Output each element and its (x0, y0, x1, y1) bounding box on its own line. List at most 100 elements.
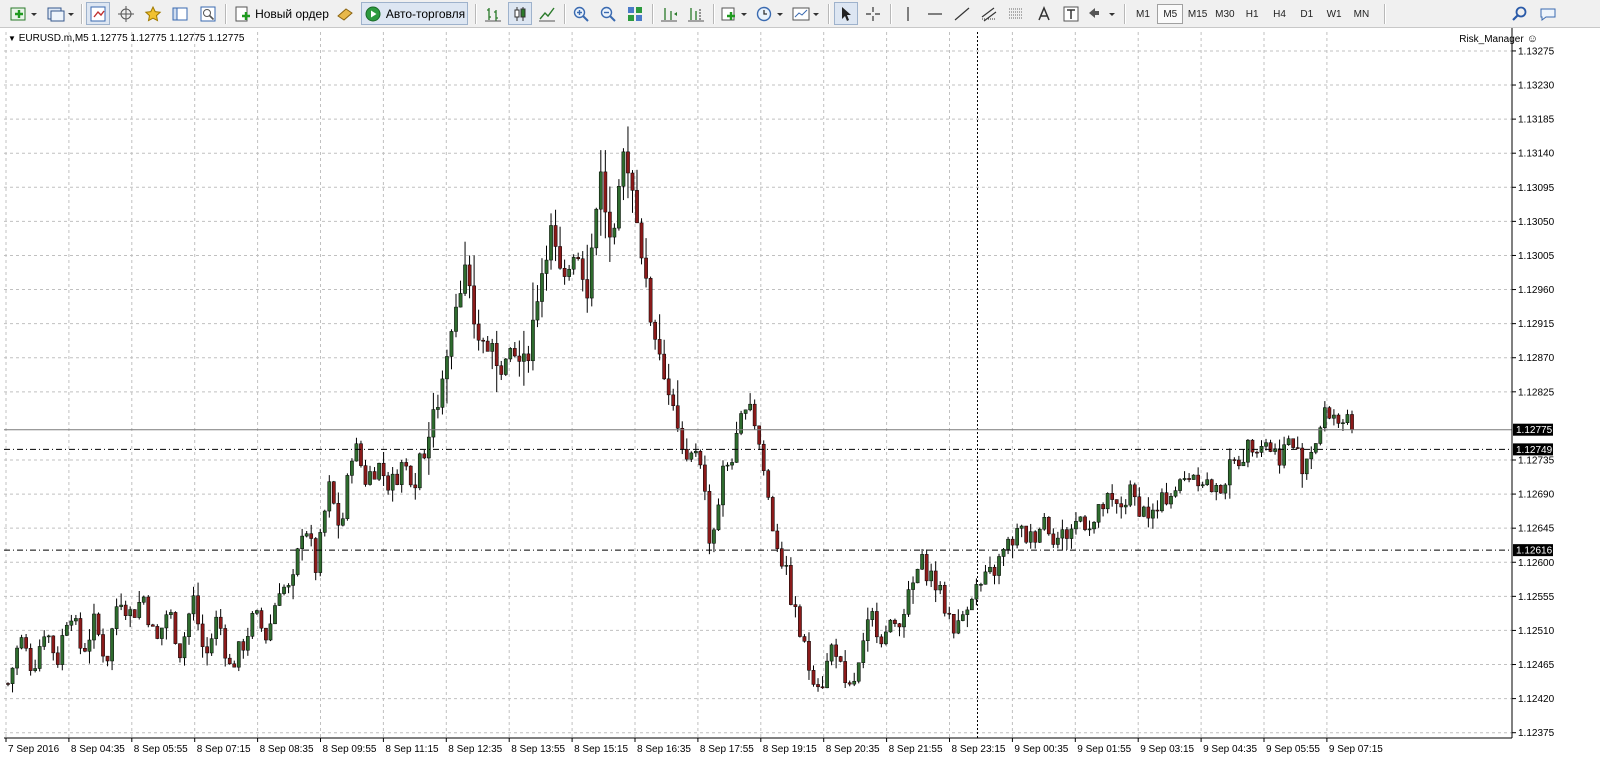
terminal-button[interactable] (168, 2, 192, 25)
chart-title-arrow-icon[interactable]: ▼ (8, 34, 16, 43)
bear-candle-body (259, 610, 264, 629)
data-window-button[interactable] (114, 2, 138, 25)
x-tick-label: 7 Sep 2016 (8, 744, 60, 755)
bull-candle-body (1087, 528, 1092, 531)
bull-candle-body (164, 614, 169, 629)
bear-candle-body (1046, 517, 1051, 535)
crosshair-button[interactable] (861, 2, 885, 25)
timeframe-m5[interactable]: M5 (1157, 4, 1184, 24)
trendline-button[interactable] (950, 2, 974, 25)
timeframe-m15[interactable]: M15 (1185, 4, 1211, 24)
bull-candle-body (1332, 414, 1336, 419)
bull-candle-body (19, 637, 24, 649)
profiles-button[interactable] (44, 2, 76, 25)
bull-candle-body (1200, 484, 1205, 487)
bear-candle-body (1209, 479, 1214, 493)
bull-candle-body (979, 584, 983, 586)
bull-candle-body (716, 504, 721, 531)
text-a-icon (1038, 5, 1050, 20)
channel-button[interactable] (977, 2, 1001, 25)
bear-candle-body (558, 246, 562, 269)
bull-candle-body (1019, 525, 1024, 529)
bear-candle-body (472, 285, 476, 325)
bear-candle-body (1232, 459, 1237, 461)
bear-candle-body (1300, 447, 1305, 475)
bear-candle-body (1164, 492, 1169, 505)
bear-candle-body (947, 612, 952, 615)
auto-scroll-button[interactable] (657, 2, 681, 25)
indicators-button[interactable] (718, 2, 750, 25)
bull-candle-body (137, 602, 142, 618)
chat-button[interactable] (1536, 2, 1560, 25)
timeframe-m1[interactable]: M1 (1130, 4, 1156, 24)
bull-candle-body (42, 636, 47, 647)
fibonacci-button[interactable] (1004, 2, 1028, 25)
x-tick-label: 8 Sep 04:35 (71, 744, 125, 755)
y-tick-label: 1.13275 (1518, 46, 1555, 57)
expert-advisor-label[interactable]: Risk_Manager ☺ (1459, 33, 1538, 45)
bull-candle-body (341, 518, 345, 526)
horizontal-line-button[interactable] (923, 2, 947, 25)
bull-candle-body (571, 257, 576, 270)
tile-windows-button[interactable] (623, 2, 647, 25)
bull-candle-body (1042, 517, 1047, 530)
search-icon (1512, 6, 1527, 21)
metaeditor-button[interactable] (333, 2, 357, 25)
y-tick-label: 1.12645 (1518, 524, 1555, 535)
bull-candle-body (549, 225, 553, 261)
new-chart-button[interactable] (6, 2, 40, 25)
market-watch-button[interactable] (86, 2, 110, 25)
line-chart-button[interactable] (535, 2, 559, 25)
bull-candle-body (110, 628, 114, 662)
text-button[interactable] (1032, 2, 1056, 25)
bull-candle-body (1309, 451, 1314, 460)
strategy-tester-button[interactable] (196, 2, 220, 25)
bull-candle-body (463, 264, 467, 294)
navigator-button[interactable] (141, 2, 165, 25)
bull-candle-body (970, 598, 974, 611)
bear-candle-body (684, 449, 689, 460)
templates-button[interactable] (790, 2, 822, 25)
bear-candle-body (1155, 509, 1160, 512)
bar-chart-button[interactable] (481, 2, 505, 25)
bull-candle-body (277, 593, 282, 606)
new-order-button[interactable]: Новый ордер (231, 2, 331, 25)
price-chart[interactable]: 1.12775 1.12749 1.12616 1.13275 1.13230 1.13… (0, 28, 1600, 771)
bear-candle-body (264, 627, 268, 641)
clock-icon (756, 6, 783, 21)
bull-candle-body (236, 641, 241, 668)
bear-candle-body (657, 339, 662, 355)
autotrading-button[interactable]: Авто-торговля (361, 2, 468, 25)
timeframe-h4[interactable]: H4 (1267, 4, 1293, 24)
zoom-out-icon (600, 6, 616, 22)
candlestick-chart-button[interactable] (508, 2, 532, 25)
bear-candle-body (6, 683, 10, 685)
timeframe-mn[interactable]: MN (1348, 4, 1374, 24)
bull-candle-body (1060, 529, 1065, 539)
bear-candle-body (847, 682, 852, 685)
smiley-icon: ☺ (1523, 33, 1538, 45)
timeframe-w1[interactable]: W1 (1321, 4, 1347, 24)
search-button[interactable] (1508, 2, 1532, 25)
timeframe-h1[interactable]: H1 (1239, 4, 1265, 24)
bear-candle-body (1277, 448, 1282, 466)
cursor-button[interactable] (834, 2, 858, 25)
text-label-button[interactable] (1059, 2, 1083, 25)
bull-candle-body (739, 413, 743, 434)
bull-candle-body (1028, 531, 1033, 543)
bull-candle-body (598, 171, 603, 210)
arrows-button[interactable] (1086, 2, 1118, 25)
zoom-in-button[interactable] (569, 2, 593, 25)
periods-button[interactable] (754, 2, 786, 25)
bull-candle-body (825, 660, 829, 689)
bull-candle-body (734, 433, 739, 463)
bull-candle-body (730, 462, 734, 466)
bull-candle-body (440, 378, 445, 408)
vertical-line-button[interactable] (896, 2, 920, 25)
timeframe-m30[interactable]: M30 (1212, 4, 1238, 24)
bear-candle-body (105, 655, 110, 662)
zoom-out-button[interactable] (596, 2, 620, 25)
chart-shift-button[interactable] (684, 2, 708, 25)
timeframe-d1[interactable]: D1 (1294, 4, 1320, 24)
bull-candle-body (1286, 438, 1291, 445)
